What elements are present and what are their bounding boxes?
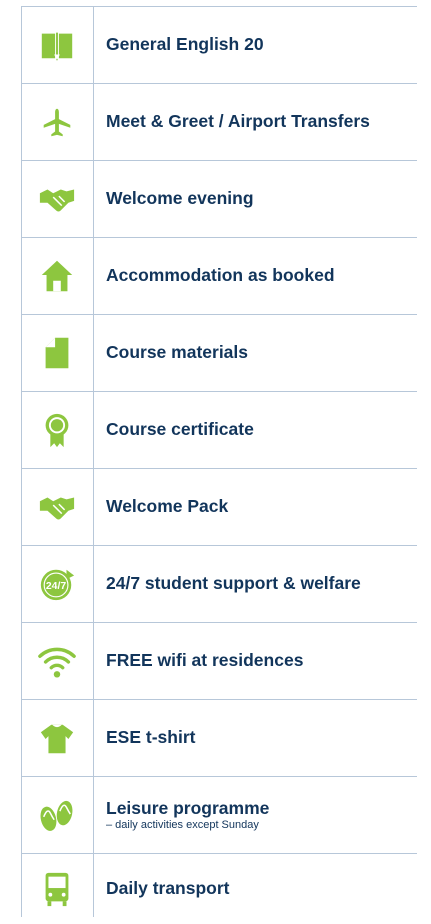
inclusions-table: General English 20 Meet & Greet / Airpor… [21,6,417,924]
document-icon [38,334,76,372]
item-label: Daily transport [106,878,230,899]
item-label: Welcome Pack [106,496,229,517]
list-item: Daily transport [21,854,417,924]
item-label: FREE wifi at residences [106,650,304,671]
handshake-icon [38,180,76,218]
book-icon [38,26,76,64]
award-ribbon-icon [38,411,76,449]
list-item: ESE t-shirt [21,700,417,777]
list-item: FREE wifi at residences [21,623,417,700]
item-label: Accommodation as booked [106,265,335,286]
list-item: Leisure programme – daily activities exc… [21,777,417,854]
bus-icon [38,870,76,908]
item-label: Course materials [106,342,249,363]
item-label: Course certificate [106,419,254,440]
flip-flops-icon [38,796,76,834]
handshake-icon [38,488,76,526]
list-item: Welcome evening [21,161,417,238]
24-7-support-icon: 24/7 [38,565,76,603]
list-item: Course materials [21,315,417,392]
item-label: Welcome evening [106,188,254,209]
wifi-icon [38,642,76,680]
list-item: General English 20 [21,7,417,84]
item-label: ESE t-shirt [106,727,196,748]
list-item: Accommodation as booked [21,238,417,315]
list-item: Course certificate [21,392,417,469]
item-label: Meet & Greet / Airport Transfers [106,111,370,132]
house-icon [38,257,76,295]
list-item: Meet & Greet / Airport Transfers [21,84,417,161]
list-item: 24/7 24/7 student support & welfare [21,546,417,623]
tshirt-icon [38,719,76,757]
airplane-icon [38,103,76,141]
item-label: Leisure programme [106,797,270,818]
item-label: 24/7 student support & welfare [106,573,361,594]
item-sublabel: – daily activities except Sunday [106,819,259,832]
list-item: Welcome Pack [21,469,417,546]
24-7-label: 24/7 [46,581,67,592]
item-label: General English 20 [106,34,264,55]
